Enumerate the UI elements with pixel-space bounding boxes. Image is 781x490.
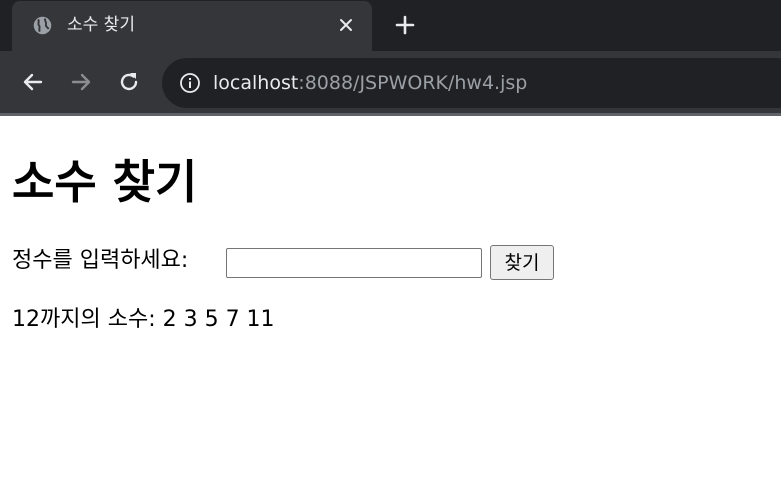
address-bar[interactable]: localhost:8088/JSPWORK/hw4.jsp [162, 58, 781, 108]
close-tab-icon[interactable] [337, 16, 355, 34]
browser-tab[interactable]: 소수 찾기 [12, 1, 372, 51]
reload-icon[interactable] [116, 69, 142, 95]
number-input[interactable] [226, 248, 482, 278]
tab-title: 소수 찾기 [67, 15, 135, 35]
url-path: :8088/JSPWORK/hw4.jsp [298, 72, 528, 94]
info-icon[interactable] [179, 72, 201, 94]
browser-toolbar: localhost:8088/JSPWORK/hw4.jsp [0, 51, 781, 113]
back-arrow-icon[interactable] [20, 69, 46, 95]
forward-arrow-icon[interactable] [68, 69, 94, 95]
input-label: 정수를 입력하세요: [12, 248, 189, 273]
toolbar-divider [0, 113, 781, 116]
new-tab-icon[interactable] [393, 13, 417, 37]
find-button[interactable]: 찾기 [490, 245, 554, 280]
prime-result: 12까지의 소수: 2 3 5 7 11 [12, 307, 275, 332]
url-host: localhost [213, 72, 299, 94]
page-title: 소수 찾기 [12, 155, 198, 209]
url-text: localhost:8088/JSPWORK/hw4.jsp [213, 70, 527, 96]
tab-strip: 소수 찾기 [0, 0, 781, 51]
globe-icon [33, 16, 52, 35]
